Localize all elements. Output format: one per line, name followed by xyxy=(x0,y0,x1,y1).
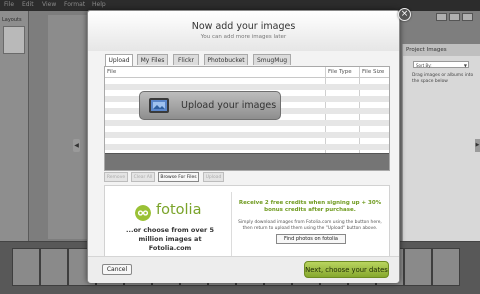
spread-view-icon[interactable] xyxy=(449,13,460,21)
layout-thumbnail[interactable] xyxy=(3,26,25,54)
add-images-dialog: Now add your images You can add more ima… xyxy=(87,10,400,283)
find-photos-button[interactable]: Find photos on fotolia xyxy=(276,234,346,244)
next-page-arrow-icon[interactable]: ▶ xyxy=(475,139,480,152)
layouts-label: Layouts xyxy=(2,17,22,23)
close-icon[interactable]: × xyxy=(398,8,411,21)
dialog-subtitle: You can add more images later xyxy=(200,34,287,40)
file-row xyxy=(105,120,389,126)
single-page-icon[interactable] xyxy=(436,13,447,21)
promo-body: Simply download images from Fotolia.com … xyxy=(238,220,382,231)
grid-view-icon[interactable] xyxy=(462,13,473,21)
menu-item-view[interactable]: View xyxy=(42,1,56,8)
menu-item-format[interactable]: Format xyxy=(64,1,85,8)
file-list-header: File File Type File Size xyxy=(105,67,389,78)
upload-images-button[interactable]: Upload your images xyxy=(139,91,281,120)
menu-item-file[interactable]: File xyxy=(4,1,14,8)
menu-item-edit[interactable]: Edit xyxy=(22,1,34,8)
dialog-title: Now add your images xyxy=(191,21,296,32)
column-file-size: File Size xyxy=(362,69,385,75)
tab-photobucket[interactable]: Photobucket xyxy=(204,54,248,65)
previous-page-arrow-icon[interactable]: ◀ xyxy=(73,139,80,152)
project-images-title: Project Images xyxy=(403,44,480,56)
page-thumbnail[interactable] xyxy=(404,248,432,286)
promo-divider xyxy=(231,192,232,258)
dialog-footer: Cancel Next, choose your dates xyxy=(88,256,399,283)
tab-smugmug[interactable]: SmugMug xyxy=(253,54,291,65)
photos-icon xyxy=(149,98,169,113)
page-thumbnail[interactable] xyxy=(432,248,460,286)
fotolia-logo-icon xyxy=(135,205,151,221)
browse-files-button[interactable]: Browse For Files xyxy=(158,172,199,182)
next-choose-dates-button[interactable]: Next, choose your dates xyxy=(304,261,389,278)
upload-images-label: Upload your images xyxy=(181,100,277,111)
chevron-down-icon: ▼ xyxy=(463,63,467,68)
column-file-type: File Type xyxy=(328,69,352,75)
file-row xyxy=(105,132,389,138)
remove-button[interactable]: Remove xyxy=(104,172,128,182)
fotolia-tagline: ...or choose from over 5 million images … xyxy=(126,226,214,252)
fotolia-promo: fotolia ...or choose from over 5 million… xyxy=(104,185,390,265)
fotolia-logo-text: fotolia xyxy=(156,202,202,218)
project-images-panel: Project Images Sort By: ▼ Drag images or… xyxy=(402,44,480,256)
sort-select[interactable]: Sort By: ▼ xyxy=(413,61,469,68)
cancel-button[interactable]: Cancel xyxy=(102,264,132,275)
file-row xyxy=(105,84,389,90)
clear-all-button[interactable]: Clear All xyxy=(131,172,155,182)
file-list-footer xyxy=(105,153,389,170)
upload-button[interactable]: Upload xyxy=(203,172,224,182)
tab-upload[interactable]: Upload xyxy=(105,54,133,66)
page-thumbnail[interactable] xyxy=(12,248,40,286)
file-row xyxy=(105,144,389,150)
column-file: File xyxy=(107,69,117,75)
sort-select-value: Sort By: xyxy=(416,63,432,68)
tab-flickr[interactable]: Flickr xyxy=(173,54,199,65)
tab-my-files[interactable]: My Files xyxy=(137,54,168,65)
page-thumbnail[interactable] xyxy=(40,248,68,286)
file-list: File File Type File Size Upload your ima… xyxy=(104,66,390,171)
menu-item-help[interactable]: Help xyxy=(92,1,106,8)
drag-hint: Drag images or albums into the space bel… xyxy=(412,73,474,84)
layouts-panel: Layouts xyxy=(0,11,29,241)
promo-headline: Receive 2 free credits when signing up +… xyxy=(238,200,382,213)
